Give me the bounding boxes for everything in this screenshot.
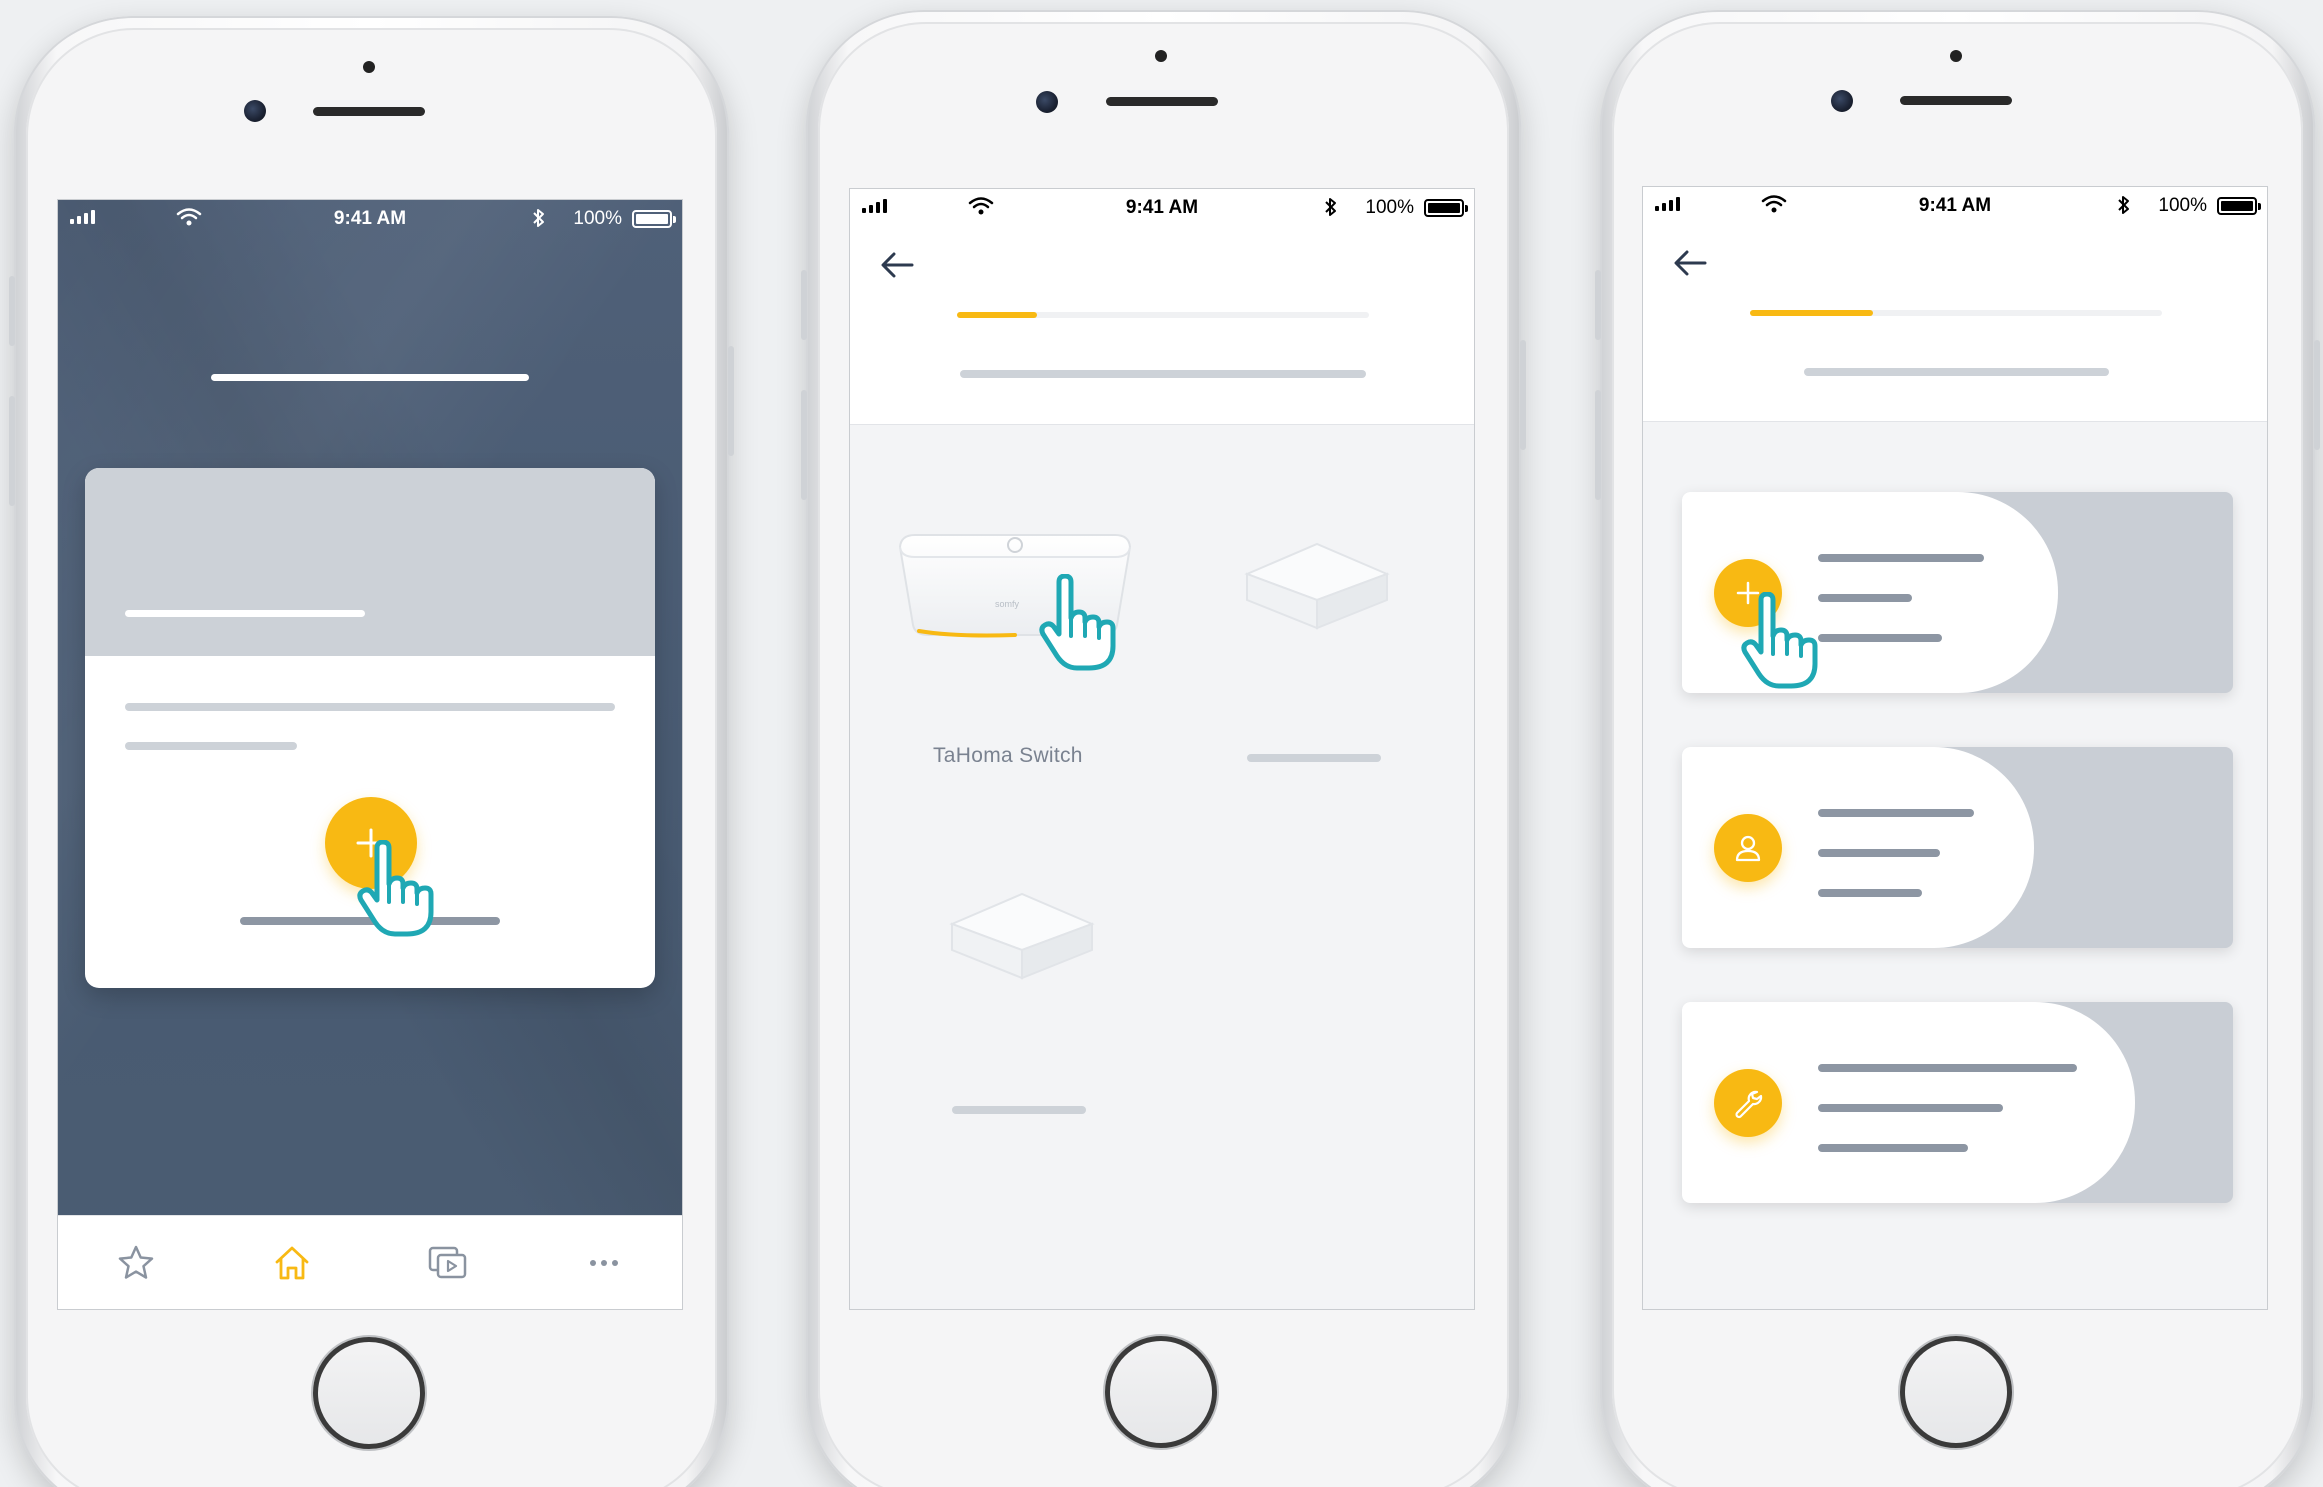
more-icon [590,1259,618,1266]
front-camera [244,100,266,122]
progress-fill [1750,310,1873,316]
card-text-placeholder-2 [125,742,297,750]
front-camera [1036,91,1058,113]
option-text-placeholder-2 [1818,849,1940,857]
tab-scenarios[interactable] [418,1233,478,1293]
screen-select-box: 9:41 AM 100% somfy TaHoma Switch [849,188,1475,1310]
subtitle-placeholder [960,370,1366,378]
device-label-placeholder [1247,754,1381,762]
svg-text:somfy: somfy [995,599,1020,609]
home-button[interactable] [1105,1336,1217,1448]
earpiece-speaker [1900,96,2012,105]
welcome-card [85,468,655,988]
option-card-settings[interactable] [1682,1002,2233,1203]
option-text-placeholder-3 [1818,634,1942,642]
title-placeholder [211,374,529,381]
option-text-placeholder-2 [1818,1104,2003,1112]
bluetooth-icon [2118,196,2129,214]
tap-hand-icon [1741,592,1818,689]
front-sensor [1155,50,1167,62]
card-text-placeholder-1 [125,703,615,711]
bottom-tab-bar [58,1215,682,1309]
option-text-placeholder-2 [1818,594,1912,602]
card-image-placeholder [85,468,655,656]
battery-percent: 100% [573,208,622,229]
back-arrow-icon[interactable] [1671,243,1711,283]
tab-favorites[interactable] [106,1233,166,1293]
option-text-placeholder-1 [1818,1064,2077,1072]
battery-icon [632,210,676,228]
star-icon [118,1245,154,1279]
status-bar: 9:41 AM 100% [58,200,682,234]
bluetooth-icon [533,209,544,227]
progress-fill [957,312,1037,318]
back-arrow-icon[interactable] [878,245,918,285]
wrench-icon [1735,1090,1763,1119]
earpiece-speaker [1106,97,1218,106]
tap-hand-icon [1039,574,1116,671]
front-sensor [363,61,375,73]
device-label-placeholder [952,1106,1086,1114]
option-text-placeholder-1 [1818,554,1984,562]
home-icon [275,1246,309,1279]
battery-icon [1424,199,1468,217]
user-icon-button[interactable] [1714,814,1782,882]
status-bar: 9:41 AM 100% [850,189,1474,223]
tap-hand-icon [357,840,434,937]
home-button[interactable] [1900,1336,2012,1448]
device-box-image[interactable] [1242,534,1392,634]
wrench-icon-button[interactable] [1714,1069,1782,1137]
earpiece-speaker [313,107,425,116]
status-bar: 9:41 AM 100% [1643,187,2267,221]
option-text-placeholder-3 [1818,889,1922,897]
scenarios-icon [428,1246,467,1278]
home-button[interactable] [313,1337,425,1449]
battery-percent: 100% [2158,195,2207,216]
card-title-placeholder [125,610,365,617]
bluetooth-icon [1325,198,1336,216]
option-card-user[interactable] [1682,747,2233,948]
front-camera [1831,90,1853,112]
header: 9:41 AM 100% [850,189,1474,425]
device-label-tahoma-switch[interactable]: TaHoma Switch [933,744,1083,768]
subtitle-placeholder [1804,368,2109,376]
user-icon [1735,835,1761,862]
front-sensor [1950,50,1962,62]
tab-home[interactable] [262,1233,322,1293]
device-box-image[interactable] [947,884,1097,984]
progress-bar [957,312,1369,318]
battery-percent: 100% [1365,197,1414,218]
progress-bar [1750,310,2162,316]
screen-options: 9:41 AM 100% [1642,186,2268,1310]
option-text-placeholder-3 [1818,1144,1968,1152]
battery-icon [2217,197,2261,215]
screen-home: 9:41 AM 100% [57,199,683,1310]
tab-more[interactable] [574,1233,634,1293]
header: 9:41 AM 100% [1643,187,2267,422]
option-text-placeholder-1 [1818,809,1974,817]
